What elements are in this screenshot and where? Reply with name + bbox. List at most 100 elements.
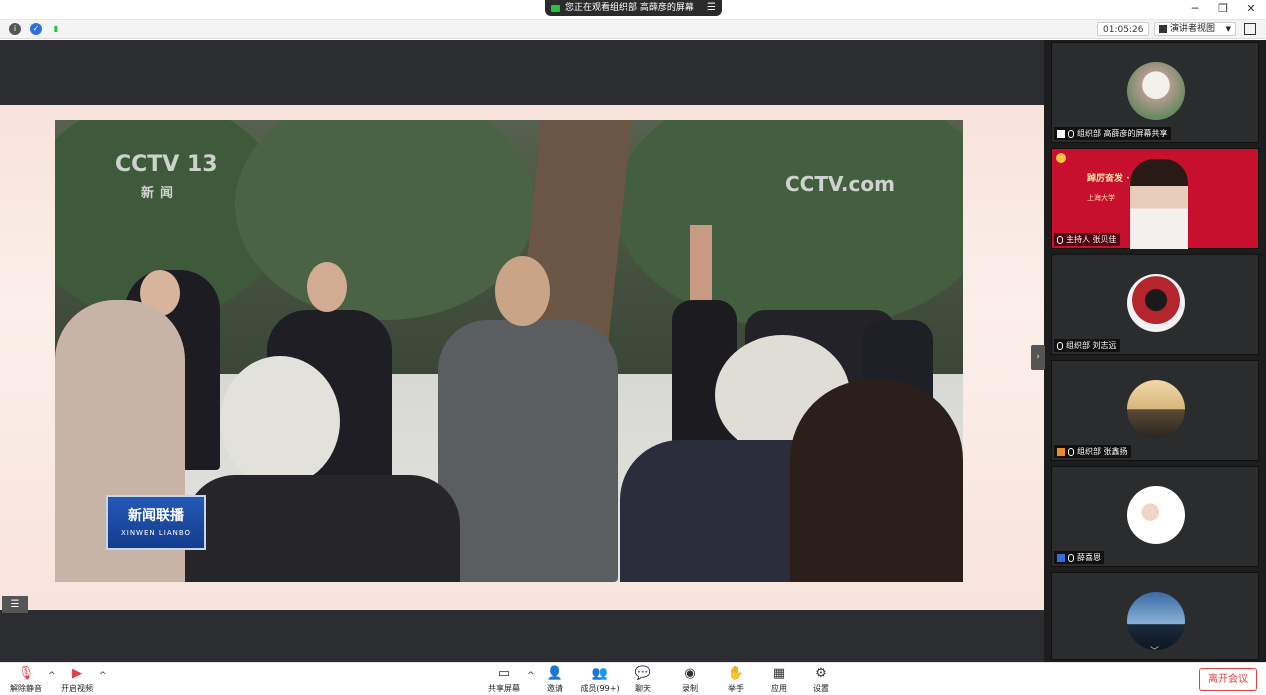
cctv13-watermark: CCTV 13 — [115, 152, 218, 177]
view-mode-label: 演讲者视图 — [1170, 24, 1216, 34]
participant-avatar — [1127, 486, 1185, 544]
meeting-timer: 01:05:26 — [1097, 22, 1150, 36]
host-video-sub: 上海大学 — [1087, 194, 1115, 202]
participant-gallery: ︿ 组织部 高薛彦的屏幕共享 踔厉奋发 · 献礼二十大 上海大学 主持人 张贝佳… — [1050, 40, 1266, 662]
record-button[interactable]: ◉ 录制 — [668, 666, 712, 694]
info-icon[interactable]: i — [9, 23, 21, 35]
collapse-panel-icon[interactable]: › — [1031, 345, 1045, 370]
share-screen-label: 共享屏幕 — [488, 684, 520, 693]
participant-name: 主持人 张贝佳 — [1066, 235, 1117, 244]
start-video-button[interactable]: ▶ 开启视频 — [55, 666, 99, 694]
list-toggle-icon[interactable]: ☰ — [2, 596, 28, 613]
program-logo: 新闻联播 XINWEN LIANBO — [106, 495, 206, 550]
participant-name: 组织部 高薛彦的屏幕共享 — [1077, 129, 1168, 138]
unmute-button[interactable]: 🎙 解除静音 — [4, 666, 48, 694]
participant-tile[interactable]: 组织部 高薛彦的屏幕共享 — [1051, 42, 1259, 143]
scroll-down-icon[interactable]: ﹀ — [1150, 644, 1159, 657]
participant-avatar — [1127, 62, 1185, 120]
participant-name: 薛喜恩 — [1077, 553, 1101, 562]
leave-meeting-button[interactable]: 离开会议 — [1199, 668, 1257, 691]
settings-icon: ⚙ — [815, 666, 827, 681]
settings-label: 设置 — [813, 684, 829, 693]
raise-hand-label: 举手 — [728, 684, 744, 693]
participant-avatar — [1127, 274, 1185, 332]
grid-icon — [1159, 25, 1167, 33]
chat-label: 聊天 — [635, 684, 651, 693]
mic-muted-icon — [1057, 235, 1063, 244]
chat-button[interactable]: 💬 聊天 — [621, 666, 665, 694]
screen-share-icon — [1057, 129, 1065, 138]
close-icon[interactable]: ✕ — [1244, 2, 1258, 15]
participant-label: 组织部 刘志远 — [1054, 339, 1120, 352]
signal-icon[interactable]: ▮ — [50, 23, 62, 35]
participant-label: 组织部 张鑫扬 — [1054, 445, 1131, 458]
participant-label: 组织部 高薛彦的屏幕共享 — [1054, 127, 1171, 140]
user-icon — [1057, 447, 1065, 456]
apps-button[interactable]: ▦ 应用 — [757, 666, 801, 694]
menu-icon[interactable]: ☰ — [707, 0, 716, 16]
invite-label: 邀请 — [547, 684, 563, 693]
person-figure — [438, 320, 618, 582]
foreground-person — [185, 475, 460, 582]
share-screen-button[interactable]: ▭ 共享屏幕 — [482, 666, 526, 694]
participant-avatar — [1127, 380, 1185, 438]
video-options-icon[interactable]: ^ — [99, 671, 107, 681]
user-icon — [1057, 553, 1065, 562]
share-screen-icon: ▭ — [497, 666, 511, 681]
participant-name: 组织部 张鑫扬 — [1077, 447, 1128, 456]
program-logo-sub: XINWEN LIANBO — [120, 529, 192, 537]
start-video-label: 开启视频 — [61, 684, 93, 693]
party-emblem-icon — [1056, 153, 1066, 163]
raise-hand-button[interactable]: ✋ 举手 — [714, 666, 758, 694]
chevron-down-icon: ▼ — [1225, 25, 1231, 33]
members-button[interactable]: 👥 成员(99+) — [578, 666, 622, 694]
news-channel-label: 新闻 — [141, 186, 180, 201]
shield-icon[interactable]: ✓ — [30, 23, 42, 35]
person-head — [495, 256, 550, 326]
mic-muted-icon: 🎙 — [17, 666, 35, 681]
camera-icon — [551, 4, 560, 12]
participant-name: 组织部 刘志远 — [1066, 341, 1117, 350]
foreground-head — [220, 356, 340, 486]
settings-button[interactable]: ⚙ 设置 — [799, 666, 843, 694]
members-label: 成员(99+) — [580, 684, 620, 693]
mic-muted-icon — [1068, 129, 1074, 138]
restore-icon[interactable]: ❐ — [1216, 2, 1230, 15]
cctv-com-watermark: CCTV.com — [785, 172, 895, 196]
host-video-person — [1130, 159, 1188, 249]
apps-label: 应用 — [771, 684, 787, 693]
invite-button[interactable]: 👤 邀请 — [533, 666, 577, 694]
participant-tile[interactable]: 组织部 张鑫扬 — [1051, 360, 1259, 461]
title-bar: 您正在观看组织部 高薛彦的屏幕 ☰ ─ ❐ ✕ — [0, 0, 1266, 20]
meeting-info-bar: i ✓ ▮ 01:05:26 演讲者视图 ▼ — [0, 20, 1266, 39]
news-video: CCTV 13 新闻 CCTV.com 新闻联播 XINWEN LIANBO — [55, 120, 963, 582]
screen-share-banner[interactable]: 您正在观看组织部 高薛彦的屏幕 ☰ — [545, 0, 722, 16]
foreground-person — [790, 380, 963, 582]
record-icon: ◉ — [684, 666, 696, 681]
person-head — [307, 262, 347, 312]
participant-label: 薛喜恩 — [1054, 551, 1104, 564]
share-banner-text: 您正在观看组织部 高薛彦的屏幕 — [565, 3, 694, 13]
unmute-label: 解除静音 — [10, 684, 42, 693]
participant-tile[interactable]: 组织部 刘志远 — [1051, 254, 1259, 355]
meeting-toolbar: 🎙 解除静音 ^ ▶ 开启视频 ^ ▭ 共享屏幕 ^ 👤 邀请 👥 成员(99+… — [0, 662, 1266, 695]
shared-slide: CCTV 13 新闻 CCTV.com 新闻联播 XINWEN LIANBO — [0, 105, 1044, 610]
members-icon: 👥 — [591, 666, 609, 681]
camera-off-icon: ▶ — [72, 666, 82, 681]
window-controls: ─ ❐ ✕ — [1188, 2, 1258, 15]
participant-tile[interactable]: 踔厉奋发 · 献礼二十大 上海大学 主持人 张贝佳 — [1051, 148, 1259, 249]
program-logo-title: 新闻联播 — [128, 508, 184, 524]
invite-icon: 👤 — [546, 666, 564, 681]
participant-tile[interactable]: 薛喜恩 — [1051, 466, 1259, 567]
stone-pillar — [690, 225, 712, 305]
participant-label: 主持人 张贝佳 — [1054, 233, 1120, 246]
view-mode-dropdown[interactable]: 演讲者视图 ▼ — [1154, 22, 1236, 36]
participant-avatar — [1127, 592, 1185, 650]
fullscreen-icon[interactable] — [1244, 23, 1256, 35]
mic-muted-icon — [1057, 341, 1063, 350]
record-label: 录制 — [682, 684, 698, 693]
minimize-icon[interactable]: ─ — [1188, 2, 1202, 15]
mic-muted-icon — [1068, 553, 1074, 562]
shared-screen-stage: CCTV 13 新闻 CCTV.com 新闻联播 XINWEN LIANBO ☰ — [0, 40, 1044, 662]
chat-icon: 💬 — [634, 666, 652, 681]
